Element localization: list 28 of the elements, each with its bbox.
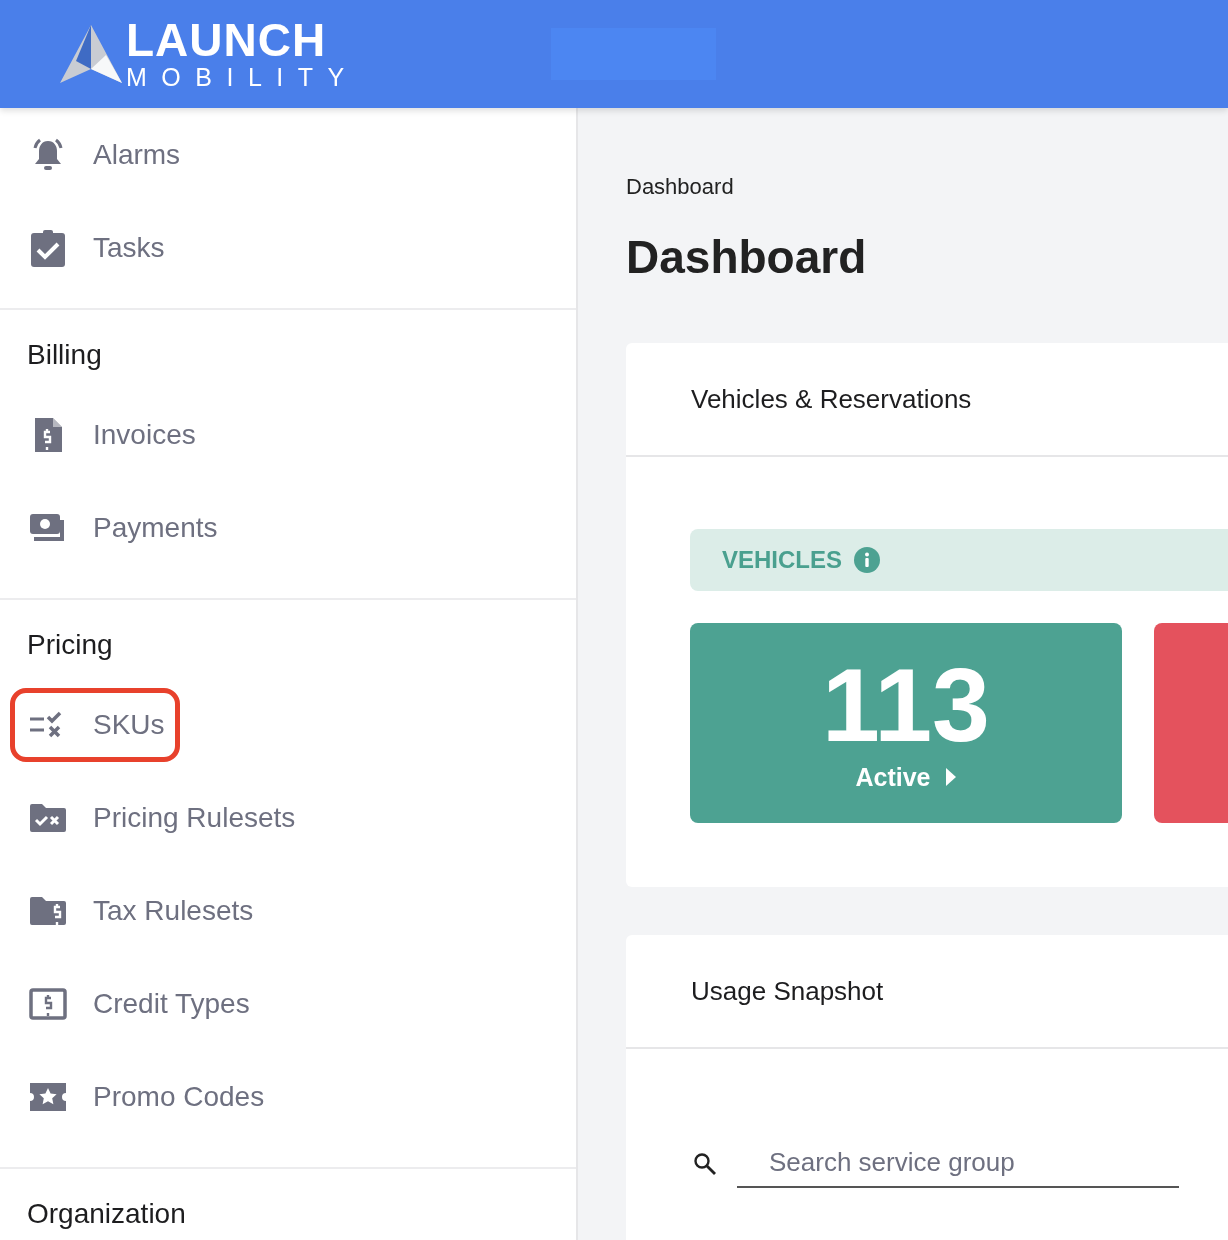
card-title: Usage Snapshot [691,975,884,1007]
sidebar-item[interactable]: Pricing Rulesets [28,797,296,838]
clipboard-check-icon [28,227,68,268]
search-icon [693,1151,717,1176]
sidebar-item[interactable]: Promo Codes [28,1076,265,1117]
stat-count: 113 [822,654,990,755]
banner-label: VEHICLES [722,546,843,574]
section-heading: Billing [26,338,103,372]
sidebar-item[interactable]: Credit Types [28,983,250,1024]
sidebar-item[interactable]: Invoices [28,414,196,455]
section-heading: Pricing [26,628,114,662]
stat-tile[interactable]: 113 Active [690,623,1122,823]
caret-icon [944,767,957,787]
info-icon [854,547,881,573]
breadcrumb[interactable]: Dashboard [626,174,734,200]
sidebar-item[interactable]: SKUs [28,704,165,745]
logo-tagline: MOBILITY [126,63,359,91]
page-title: Dashboard [626,230,868,284]
search-field[interactable]: Search service group [737,1139,1179,1188]
sidebar-item[interactable]: Alarms [28,134,181,175]
stat-link[interactable]: Active [855,762,957,792]
logo-wordmark: LAUNCH [126,17,328,63]
sidebar-item[interactable]: Payments [28,507,218,548]
rocket-logo-icon [58,23,124,85]
card-title: Vehicles & Reservations [691,383,972,415]
sidebar-item[interactable]: Tax Rulesets [28,890,254,931]
section-heading: Organization [26,1197,187,1231]
sidebar-item[interactable]: Tasks [28,227,165,268]
